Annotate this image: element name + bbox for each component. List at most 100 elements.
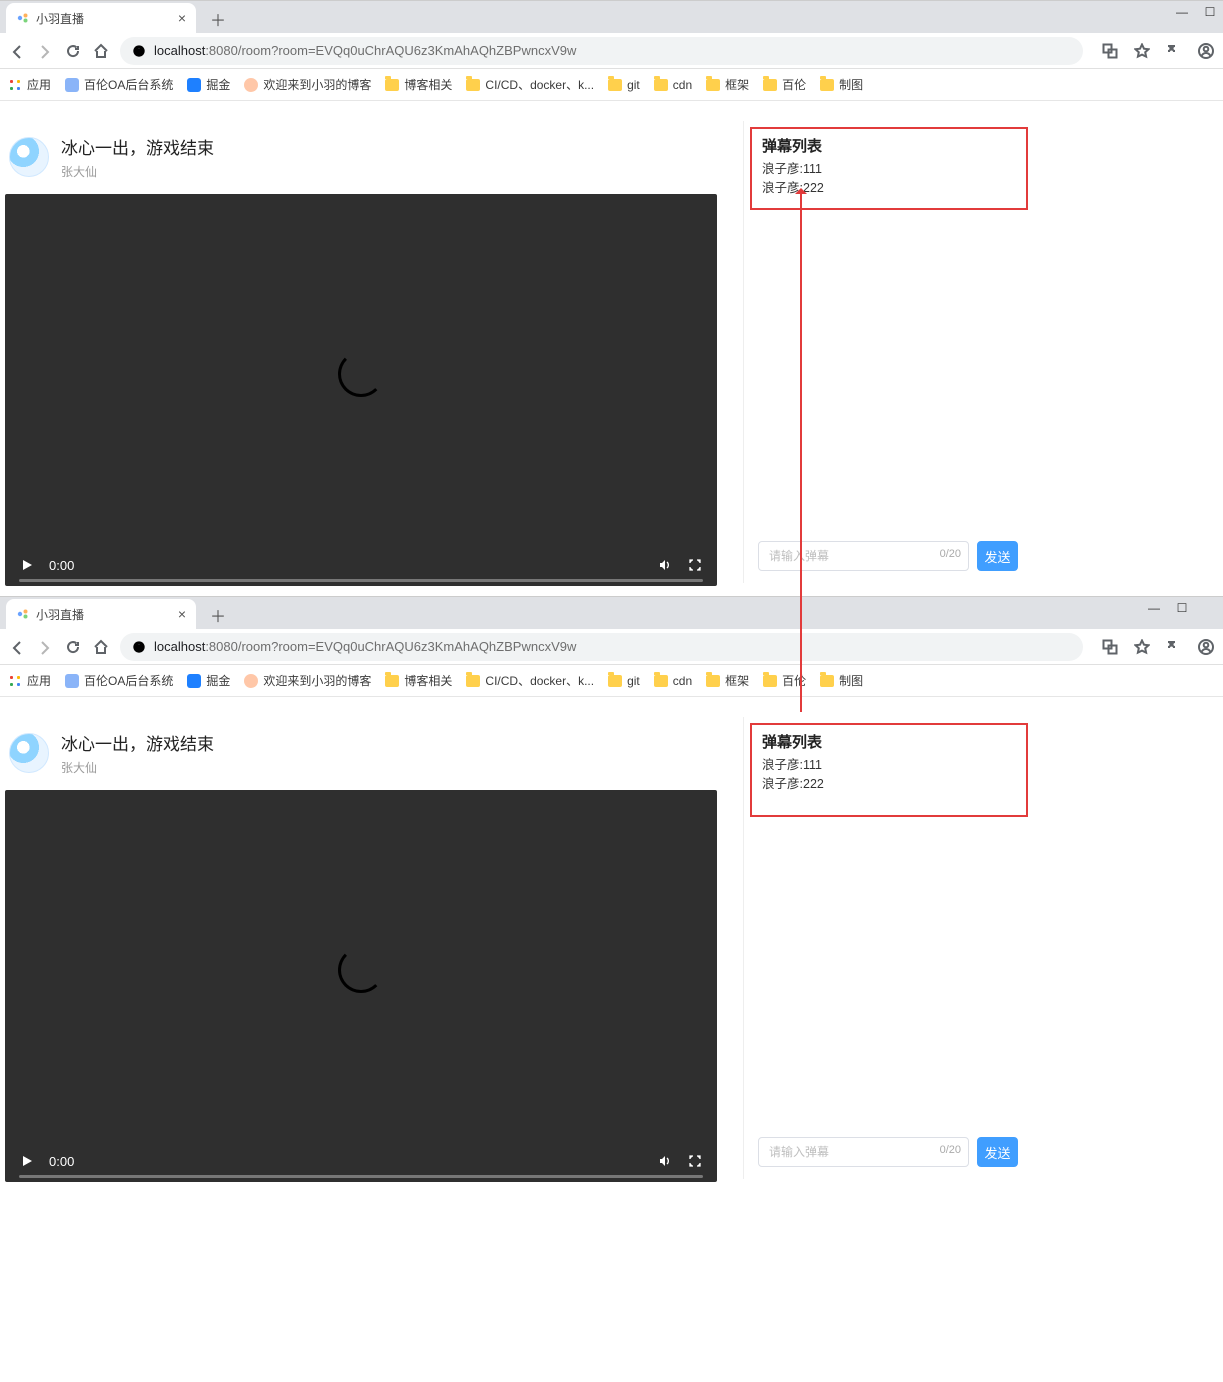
danmu-column: 弹幕列表 浪子彦:111 浪子彦:222 0/20 发送 <box>743 717 1028 1179</box>
page-content: 冰心一出，游戏结束 张大仙 0:00 <box>0 717 1223 1192</box>
video-player[interactable]: 0:00 <box>5 790 717 1182</box>
new-tab-button[interactable]: ＋ <box>204 5 232 33</box>
nav-reload-button[interactable] <box>64 638 82 656</box>
bookmark-item[interactable]: git <box>608 78 640 92</box>
nav-back-button[interactable] <box>8 638 26 656</box>
profile-icon[interactable] <box>1197 638 1215 656</box>
folder-icon <box>466 79 480 91</box>
play-button[interactable] <box>19 557 35 573</box>
bookmark-item[interactable]: 博客相关 <box>385 672 452 689</box>
room-header: 冰心一出，游戏结束 张大仙 <box>5 126 735 194</box>
url-bar[interactable]: localhost:8080/room?room=EVQq0uChrAQU6z3… <box>120 633 1083 661</box>
window-maximize-button[interactable]: ☐ <box>1175 601 1189 615</box>
site-info-icon[interactable] <box>132 44 146 58</box>
browser-window: 小羽直播 × ＋ — ☐ localhost:8080/room?room=EV… <box>0 596 1223 1192</box>
bookmark-item[interactable]: CI/CD、docker、k... <box>466 76 594 93</box>
bookmarks-bar: 应用 百伦OA后台系统 掘金 欢迎来到小羽的博客 博客相关 CI/CD、dock… <box>0 69 1223 101</box>
fullscreen-button[interactable] <box>687 1153 703 1169</box>
bookmark-label: 百伦 <box>782 76 806 93</box>
nav-reload-button[interactable] <box>64 42 82 60</box>
nav-home-button[interactable] <box>92 638 110 656</box>
danmu-input-row: 0/20 发送 <box>744 1127 1028 1179</box>
video-progress-track[interactable] <box>19 1175 703 1178</box>
bookmark-item[interactable]: cdn <box>654 674 692 688</box>
extensions-icon[interactable] <box>1165 638 1183 656</box>
bookmark-item[interactable]: cdn <box>654 78 692 92</box>
site-info-icon[interactable] <box>132 640 146 654</box>
nav-back-button[interactable] <box>8 42 26 60</box>
bookmark-label: cdn <box>673 674 692 688</box>
page-header-strip <box>0 697 1223 717</box>
bookmark-item[interactable]: 百伦 <box>763 76 806 93</box>
streamer-avatar[interactable] <box>9 733 49 773</box>
danmu-input[interactable] <box>758 541 969 571</box>
bookmark-item[interactable]: 框架 <box>706 672 749 689</box>
bookmark-item[interactable]: 百伦OA后台系统 <box>65 672 173 689</box>
folder-icon <box>608 79 622 91</box>
bookmark-item[interactable]: 百伦OA后台系统 <box>65 76 173 93</box>
url-bar[interactable]: localhost:8080/room?room=EVQq0uChrAQU6z3… <box>120 37 1083 65</box>
bookmark-item[interactable]: 框架 <box>706 76 749 93</box>
bookmark-label: cdn <box>673 78 692 92</box>
folder-icon <box>654 79 668 91</box>
folder-icon <box>608 675 622 687</box>
video-progress-track[interactable] <box>19 579 703 582</box>
bookmark-star-icon[interactable] <box>1133 42 1151 60</box>
bookmark-item[interactable]: 掘金 <box>187 672 230 689</box>
window-close-button[interactable] <box>1203 601 1217 615</box>
profile-icon[interactable] <box>1197 42 1215 60</box>
room-title: 冰心一出，游戏结束 <box>61 134 214 159</box>
translate-icon[interactable] <box>1101 42 1119 60</box>
folder-icon <box>763 79 777 91</box>
bookmark-item[interactable]: 制图 <box>820 76 863 93</box>
bookmark-item[interactable]: 欢迎来到小羽的博客 <box>244 76 371 93</box>
window-minimize-button[interactable]: — <box>1175 5 1189 19</box>
window-minimize-button[interactable]: — <box>1147 601 1161 615</box>
bookmark-item[interactable]: 博客相关 <box>385 76 452 93</box>
bookmark-item[interactable]: CI/CD、docker、k... <box>466 672 594 689</box>
room-author: 张大仙 <box>61 759 214 776</box>
bookmark-star-icon[interactable] <box>1133 638 1151 656</box>
window-maximize-button[interactable]: ☐ <box>1203 5 1217 19</box>
new-tab-button[interactable]: ＋ <box>204 601 232 629</box>
apps-button[interactable]: 应用 <box>8 672 51 689</box>
danmu-item: 浪子彦:111 <box>762 160 1016 179</box>
bookmark-item[interactable]: 掘金 <box>187 76 230 93</box>
nav-forward-button[interactable] <box>36 638 54 656</box>
page-content: 冰心一出，游戏结束 张大仙 0:00 <box>0 121 1223 596</box>
danmu-item: 浪子彦:222 <box>762 775 1016 794</box>
close-tab-icon[interactable]: × <box>178 10 186 26</box>
bookmark-item[interactable]: 制图 <box>820 672 863 689</box>
bookmark-item[interactable]: git <box>608 674 640 688</box>
send-button[interactable]: 发送 <box>977 541 1018 571</box>
nav-home-button[interactable] <box>92 42 110 60</box>
danmu-input-row: 0/20 发送 <box>744 531 1028 583</box>
apps-button[interactable]: 应用 <box>8 76 51 93</box>
volume-button[interactable] <box>657 557 673 573</box>
browser-tab[interactable]: 小羽直播 × <box>6 3 196 33</box>
nav-forward-button[interactable] <box>36 42 54 60</box>
folder-icon <box>706 79 720 91</box>
bookmark-label: 框架 <box>725 672 749 689</box>
video-player[interactable]: 0:00 <box>5 194 717 586</box>
tab-favicon <box>16 607 30 621</box>
bookmark-item[interactable]: 欢迎来到小羽的博客 <box>244 672 371 689</box>
play-button[interactable] <box>19 1153 35 1169</box>
bookmark-label: 百伦OA后台系统 <box>84 76 173 93</box>
volume-button[interactable] <box>657 1153 673 1169</box>
extensions-icon[interactable] <box>1165 42 1183 60</box>
loading-spinner-icon <box>338 351 384 397</box>
translate-icon[interactable] <box>1101 638 1119 656</box>
fullscreen-button[interactable] <box>687 557 703 573</box>
streamer-avatar[interactable] <box>9 137 49 177</box>
tab-title: 小羽直播 <box>36 606 84 623</box>
browser-tab[interactable]: 小羽直播 × <box>6 599 196 629</box>
send-button[interactable]: 发送 <box>977 1137 1018 1167</box>
danmu-column: 弹幕列表 浪子彦:111 浪子彦:222 0/20 发送 <box>743 121 1028 583</box>
bookmark-label: 欢迎来到小羽的博客 <box>263 672 371 689</box>
video-time: 0:00 <box>49 558 74 573</box>
danmu-input[interactable] <box>758 1137 969 1167</box>
bookmark-label: CI/CD、docker、k... <box>485 672 594 689</box>
close-tab-icon[interactable]: × <box>178 606 186 622</box>
danmu-char-counter: 0/20 <box>940 548 961 560</box>
